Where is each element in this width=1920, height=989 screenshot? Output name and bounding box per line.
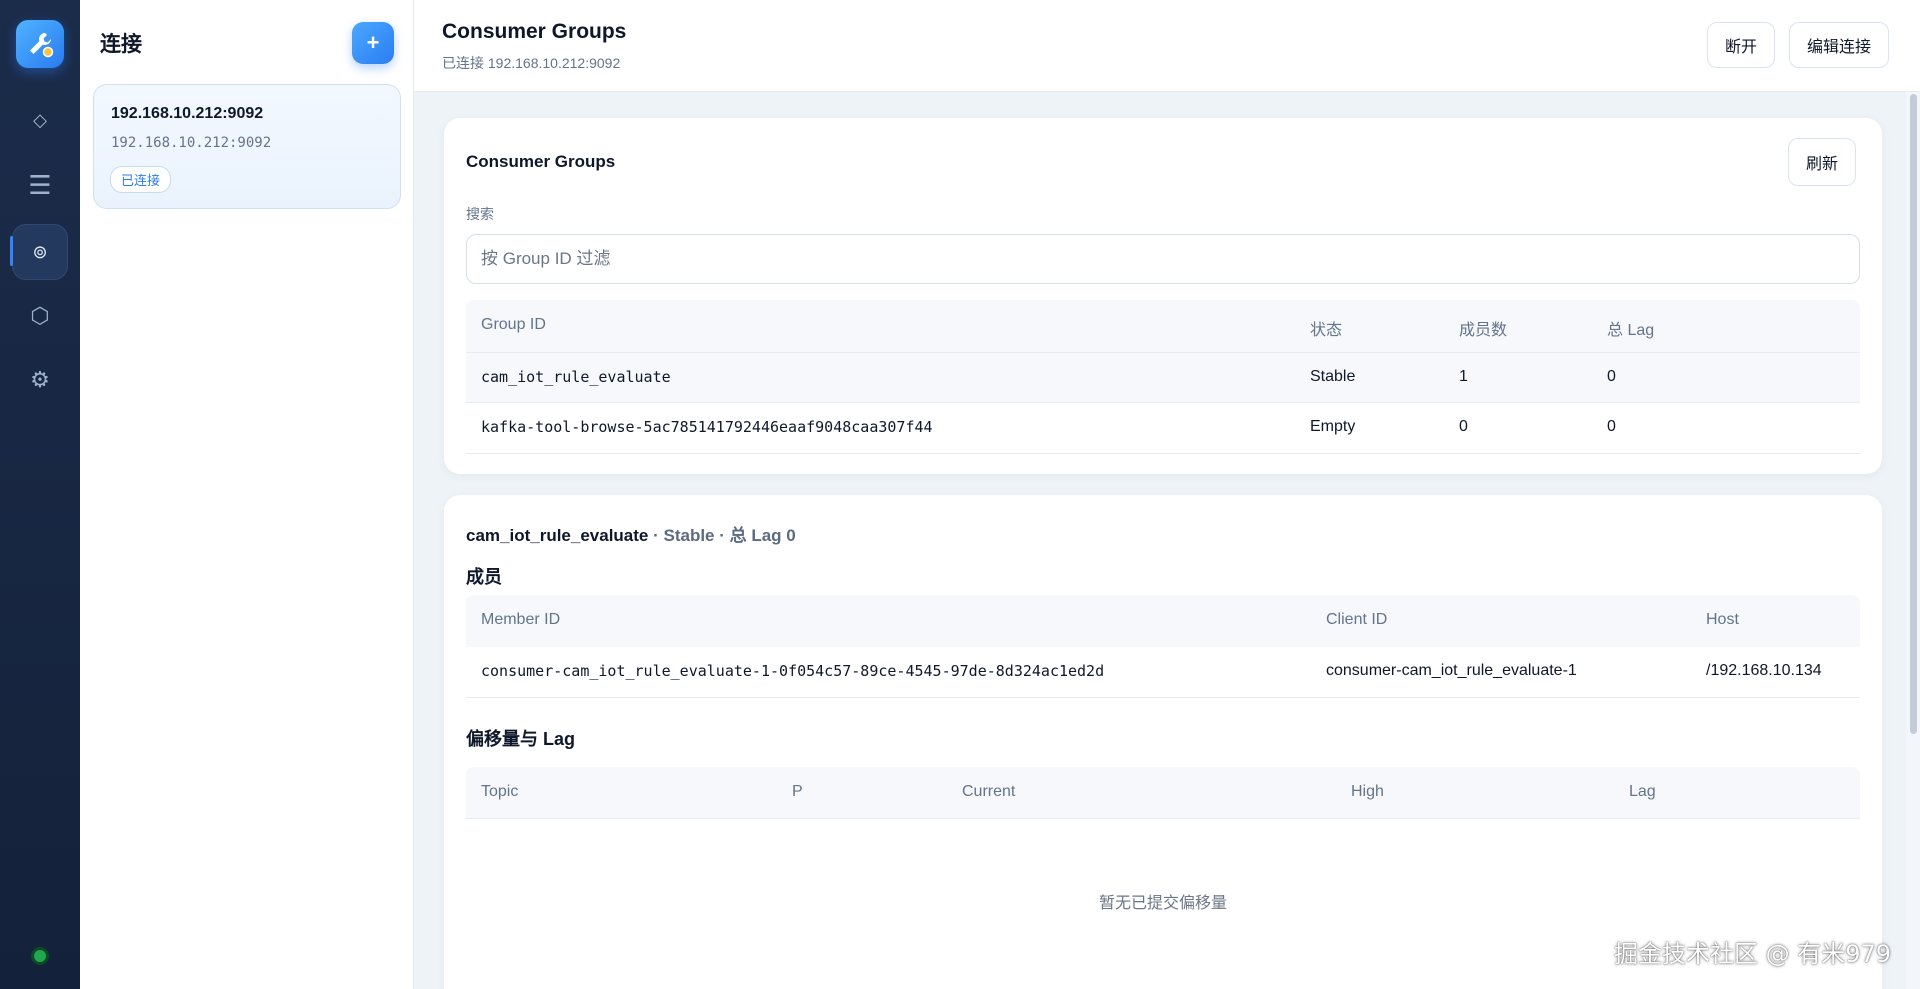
column-header-partition: P [792, 783, 803, 800]
members-cell: 0 [1459, 418, 1468, 435]
column-header-lag[interactable]: 总 Lag [1607, 316, 1654, 340]
panel-title: Consumer Groups [466, 152, 616, 171]
connections-sidebar: 连接 + 192.168.10.212:9092 192.168.10.212:… [80, 0, 414, 989]
column-header-high: High [1351, 783, 1384, 800]
members-cell: 1 [1459, 368, 1468, 385]
lag-cell: 0 [1607, 368, 1616, 385]
groups-table: Group ID 状态 成员数 总 Lag cam_iot_rule_evalu… [466, 300, 1860, 454]
search-label: 搜索 [466, 206, 494, 222]
table-row[interactable]: kafka-tool-browse-5ac785141792446eaaf904… [466, 403, 1860, 454]
top-bar: Consumer Groups 已连接 192.168.10.212:9092 … [414, 0, 1920, 92]
watermark: 掘金技术社区 @ 有米979 [1614, 940, 1892, 968]
member-id-cell: consumer-cam_iot_rule_evaluate-1-0f054c5… [481, 662, 1105, 680]
members-table: Member ID Client ID Host consumer-cam_io… [466, 595, 1860, 698]
sidebar-title: 连接 [100, 33, 142, 56]
main-area: Consumer Groups 已连接 192.168.10.212:9092 … [414, 0, 1920, 989]
column-header-members[interactable]: 成员数 [1459, 316, 1507, 340]
rail-item-consumer-groups[interactable]: ⊚ [12, 224, 68, 280]
connection-status-dot [31, 947, 49, 965]
settings-icon: ⚙ [30, 367, 50, 393]
wrench-icon [30, 33, 54, 58]
page-subtitle: 已连接 192.168.10.212:9092 [442, 55, 621, 71]
hexagon-icon: ⬡ [30, 303, 50, 329]
add-connection-button[interactable]: + [352, 22, 394, 64]
rail-item-settings[interactable]: ⚙ [12, 352, 68, 408]
rail-active-indicator [10, 236, 13, 266]
group-detail-panel: cam_iot_rule_evaluate · Stable · 总 Lag 0… [444, 495, 1882, 989]
scrollbar-thumb[interactable] [1910, 94, 1917, 734]
app-logo [16, 20, 64, 68]
table-row[interactable]: cam_iot_rule_evaluate Stable 1 0 [466, 352, 1860, 403]
table-header: Member ID Client ID Host [466, 595, 1860, 647]
rail-item-topics[interactable]: ☰ [12, 158, 68, 214]
offsets-empty-message: 暂无已提交偏移量 [1098, 895, 1227, 912]
table-row: consumer-cam_iot_rule_evaluate-1-0f054c5… [466, 647, 1860, 698]
column-header-state[interactable]: 状态 [1310, 316, 1342, 340]
table-header: Topic P Current High Lag [466, 767, 1860, 819]
column-header-group-id[interactable]: Group ID [481, 316, 546, 334]
column-header-client-id: Client ID [1326, 611, 1388, 628]
diamond-icon: ◇ [33, 109, 47, 131]
connection-card[interactable]: 192.168.10.212:9092 192.168.10.212:9092 … [93, 84, 401, 209]
offsets-section-title: 偏移量与 Lag [466, 729, 576, 749]
connection-address: 192.168.10.212:9092 [111, 135, 272, 151]
nav-rail: ◇ ☰ ⊚ ⬡ ⚙ [0, 0, 80, 989]
column-header-current: Current [962, 783, 1016, 800]
connection-name: 192.168.10.212:9092 [111, 105, 264, 122]
offsets-table: Topic P Current High Lag [466, 767, 1860, 819]
column-header-topic: Topic [481, 783, 519, 800]
table-header: Group ID 状态 成员数 总 Lag [466, 300, 1860, 352]
host-cell: /192.168.10.134 [1706, 662, 1822, 679]
column-header-host: Host [1706, 611, 1739, 628]
consumer-groups-panel: Consumer Groups 刷新 搜索 Group ID 状态 成员数 总 … [444, 118, 1882, 474]
detail-group-name: cam_iot_rule_evaluate [466, 526, 649, 545]
column-header-lag: Lag [1629, 783, 1656, 800]
disconnect-button[interactable]: 断开 [1707, 22, 1776, 68]
group-id-cell: cam_iot_rule_evaluate [481, 368, 671, 386]
detail-group-meta: · Stable · 总 Lag 0 [648, 526, 796, 545]
menu-icon: ☰ [28, 171, 52, 201]
members-section-title: 成员 [466, 567, 502, 587]
search-input[interactable] [466, 234, 1860, 284]
state-cell: Empty [1310, 418, 1356, 435]
column-header-member-id: Member ID [481, 611, 561, 628]
page-title: Consumer Groups [442, 20, 627, 43]
group-id-cell: kafka-tool-browse-5ac785141792446eaaf904… [481, 418, 933, 436]
connection-status-badge: 已连接 [110, 166, 172, 193]
rail-item-brokers[interactable]: ⬡ [12, 288, 68, 344]
lag-cell: 0 [1607, 418, 1616, 435]
rail-item-overview[interactable]: ◇ [12, 92, 68, 148]
edit-connection-button[interactable]: 编辑连接 [1789, 22, 1890, 68]
state-cell: Stable [1310, 368, 1356, 385]
consumer-groups-icon: ⊚ [32, 241, 48, 263]
client-id-cell: consumer-cam_iot_rule_evaluate-1 [1326, 662, 1577, 679]
detail-title: cam_iot_rule_evaluate · Stable · 总 Lag 0 [466, 521, 796, 546]
refresh-button[interactable]: 刷新 [1788, 138, 1857, 186]
